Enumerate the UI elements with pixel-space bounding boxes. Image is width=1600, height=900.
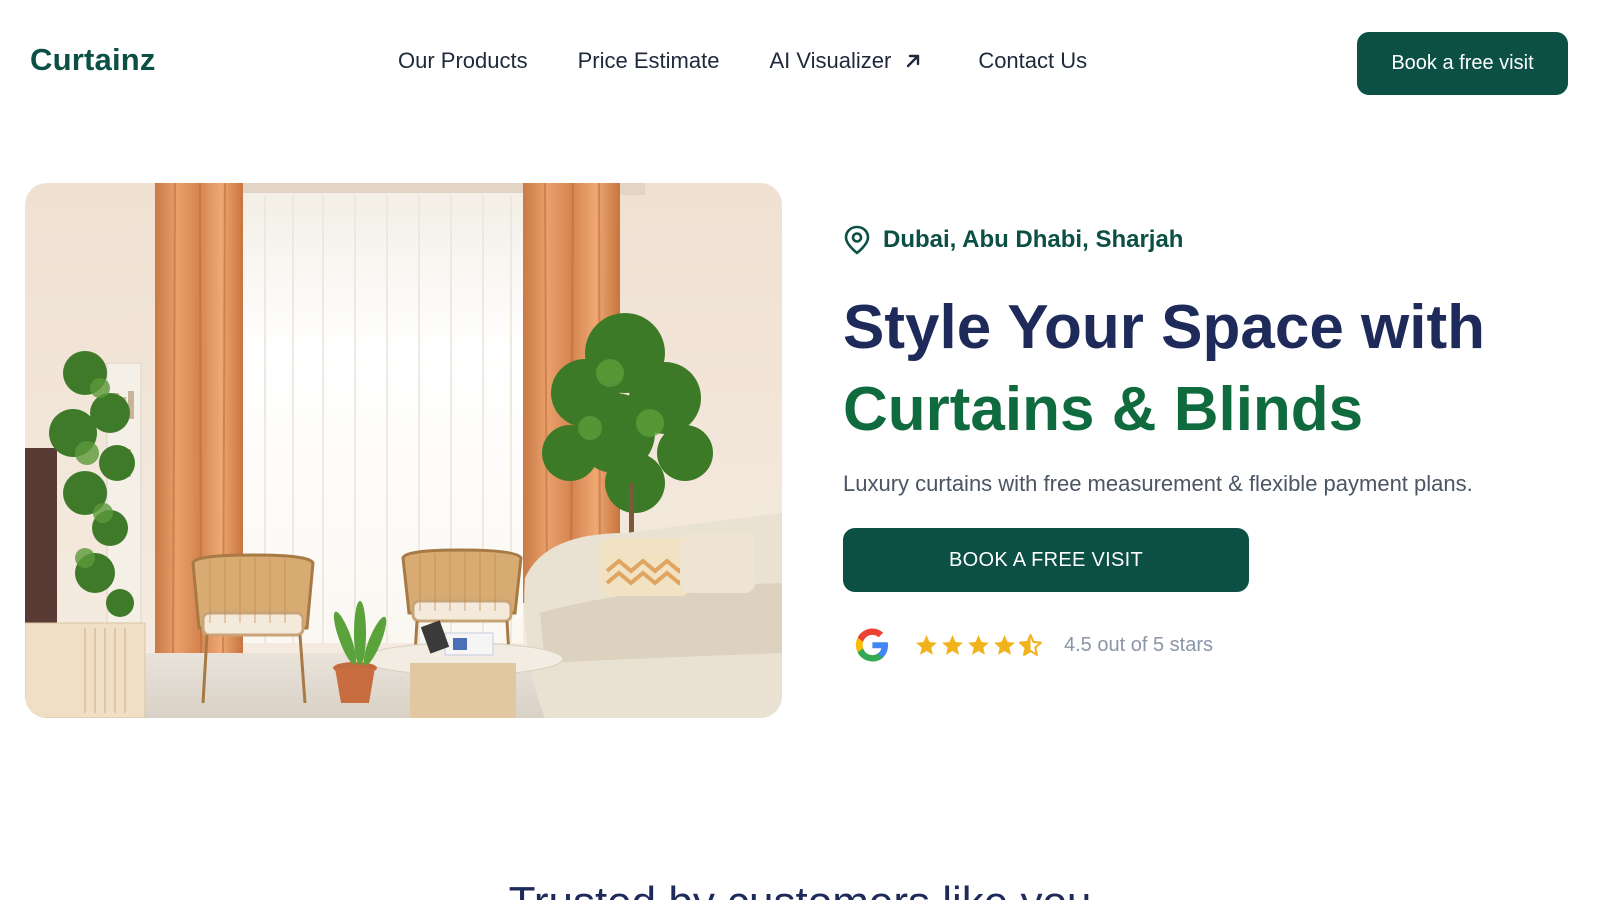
site-header: Curtainz Our Products Price Estimate AI …	[0, 0, 1600, 126]
star-full-icon	[916, 634, 937, 655]
nav-item-our-products[interactable]: Our Products	[398, 48, 528, 74]
nav-item-ai-visualizer[interactable]: AI Visualizer	[769, 48, 923, 74]
nav-label: Price Estimate	[577, 48, 720, 73]
star-full-icon	[942, 634, 963, 655]
star-full-icon	[994, 634, 1015, 655]
google-rating: 4.5 out of 5 stars	[852, 625, 1213, 665]
map-pin-icon	[844, 225, 870, 255]
nav-item-price-estimate[interactable]: Price Estimate	[578, 48, 720, 74]
service-location: Dubai, Abu Dhabi, Sharjah	[843, 225, 1183, 255]
headline-line-2: Curtains & Blinds	[843, 375, 1364, 444]
location-text: Dubai, Abu Dhabi, Sharjah	[883, 226, 1184, 253]
nav-label: Our Products	[398, 48, 528, 73]
star-half-icon	[1019, 633, 1042, 656]
arrow-up-right-icon	[907, 54, 920, 68]
google-icon	[855, 628, 888, 662]
hero-living-room-image	[25, 183, 782, 718]
main-nav: Our Products Price Estimate AI Visualize…	[398, 48, 1087, 74]
book-free-visit-hero-button[interactable]: BOOK A FREE VISIT	[843, 528, 1249, 592]
page: Curtainz Our Products Price Estimate AI …	[0, 0, 1600, 900]
star-rating	[914, 633, 1044, 658]
nav-label: Contact Us	[978, 48, 1088, 73]
star-full-icon	[968, 634, 989, 655]
book-free-visit-header-button[interactable]: Book a free visit	[1357, 32, 1568, 95]
hero-subtext: Luxury curtains with free measurement & …	[843, 471, 1473, 496]
trusted-section-title: Trusted by customers like you	[0, 878, 1600, 900]
nav-label: AI Visualizer	[769, 48, 892, 73]
hero-headline: Style Your Space with Curtains & Blinds	[843, 287, 1563, 451]
rating-text: 4.5 out of 5 stars	[1064, 633, 1213, 656]
headline-line-1: Style Your Space with	[843, 293, 1486, 362]
nav-item-contact-us[interactable]: Contact Us	[978, 48, 1087, 74]
brand-logo[interactable]: Curtainz	[30, 42, 156, 78]
